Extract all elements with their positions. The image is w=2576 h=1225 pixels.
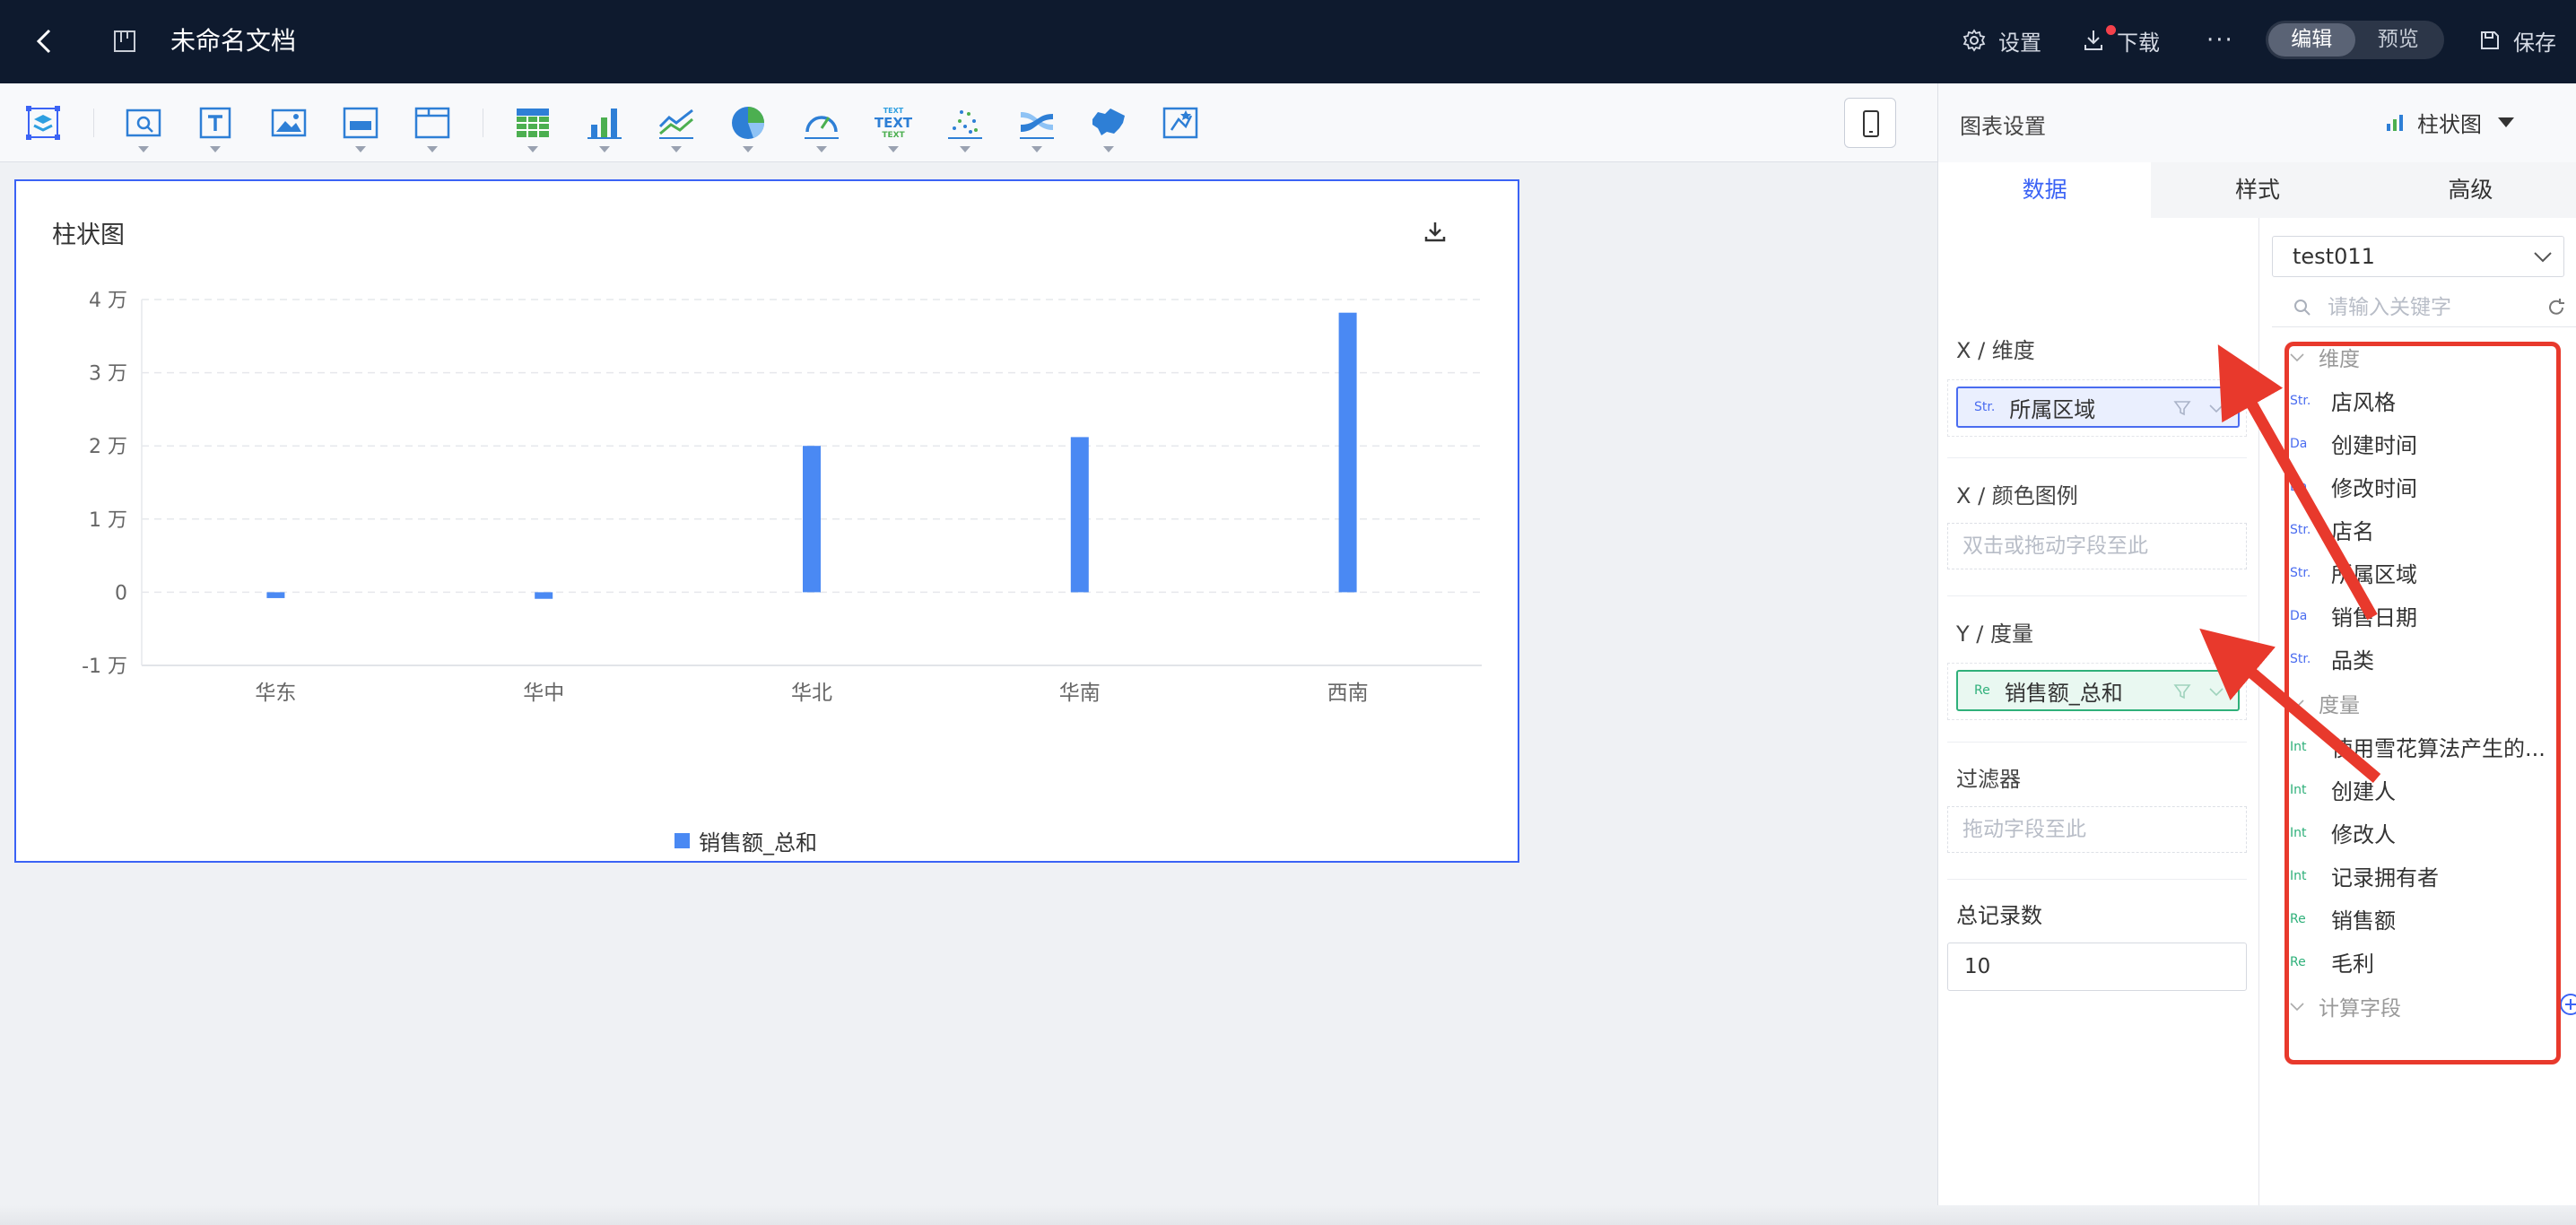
annotation-arrow bbox=[2217, 344, 2378, 621]
annotation-arrows bbox=[2199, 344, 2381, 783]
annotation-arrow bbox=[2199, 628, 2381, 783]
bottom-edge bbox=[0, 1205, 2576, 1225]
